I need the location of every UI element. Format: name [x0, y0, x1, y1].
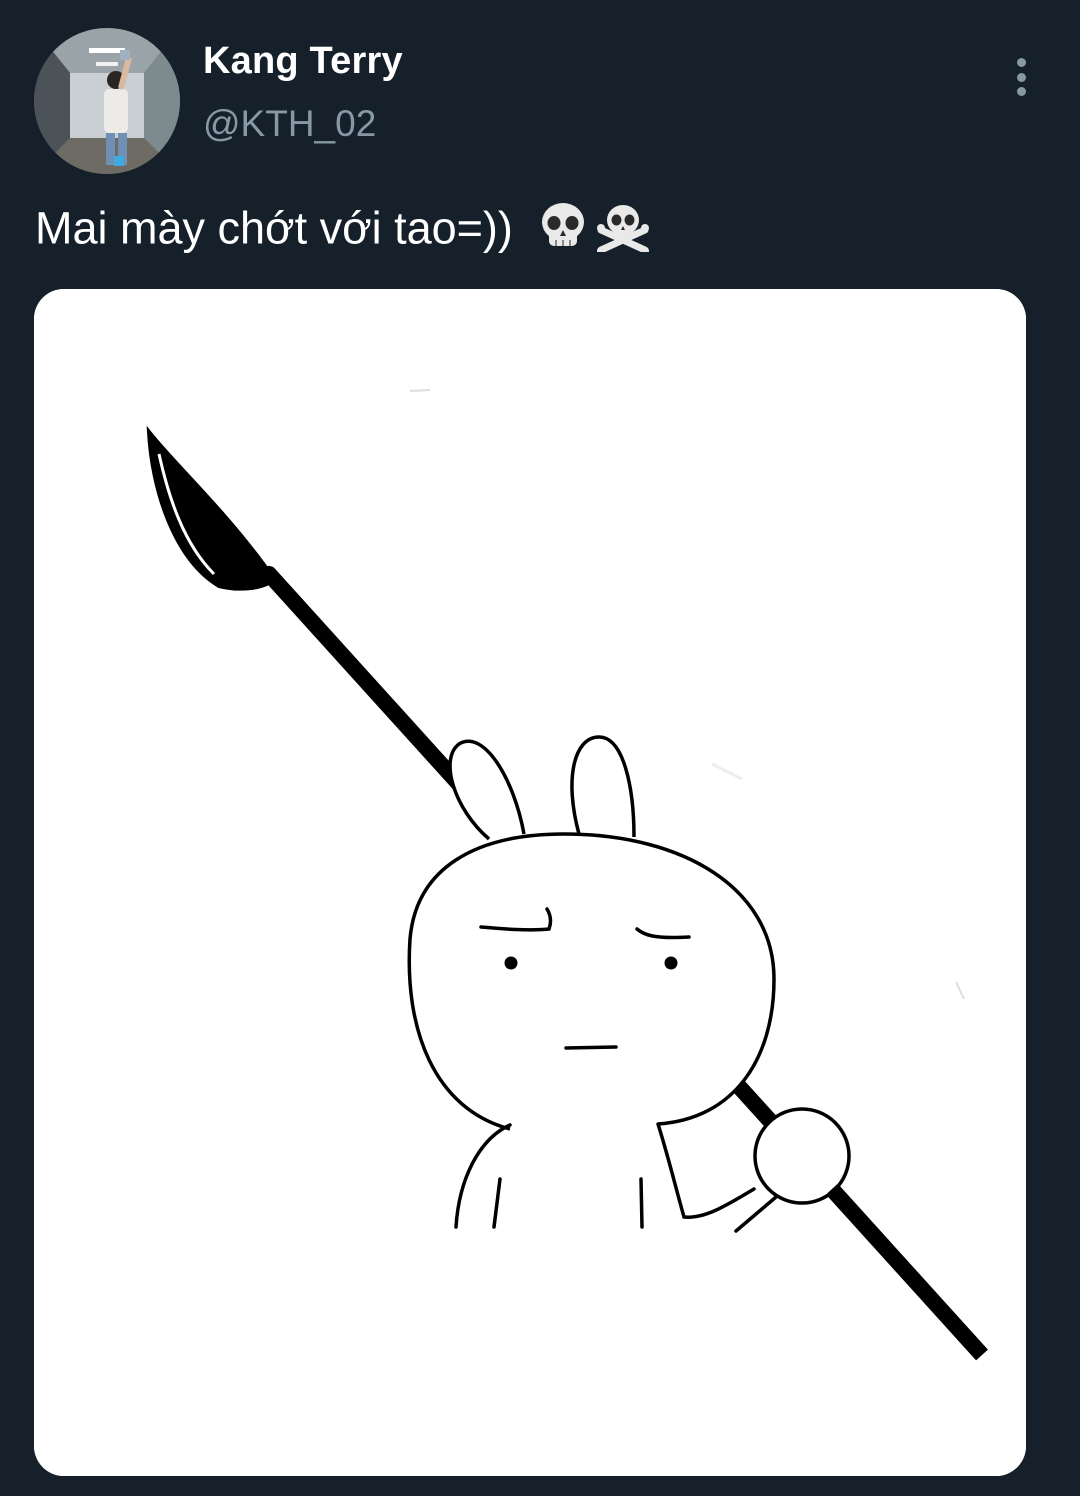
- skull-icon: [542, 203, 585, 246]
- tweet-screen: Kang Terry @KTH_02 Mai mày chớt với tao=…: [0, 0, 1080, 1496]
- tweet-text: Mai mày chớt với tao=)): [35, 202, 513, 254]
- menu-dot: [1016, 58, 1026, 67]
- skull-emoji-icons: [542, 203, 650, 255]
- tweet-text-row: Mai mày chớt với tao=)): [35, 200, 651, 263]
- skull-and-crossbones-icon: [597, 205, 650, 255]
- rabbit-with-spear-illustration-icon: [34, 289, 1026, 1476]
- tweet-media-image[interactable]: [34, 289, 1026, 1476]
- user-handle[interactable]: @KTH_02: [203, 103, 376, 145]
- avatar[interactable]: [34, 28, 180, 174]
- profile-photo-icon: [34, 28, 180, 174]
- more-vertical-icon[interactable]: [1004, 56, 1038, 98]
- display-name[interactable]: Kang Terry: [203, 40, 403, 83]
- menu-dot: [1016, 87, 1026, 96]
- menu-dot: [1016, 72, 1026, 82]
- emoji-group: [539, 200, 651, 263]
